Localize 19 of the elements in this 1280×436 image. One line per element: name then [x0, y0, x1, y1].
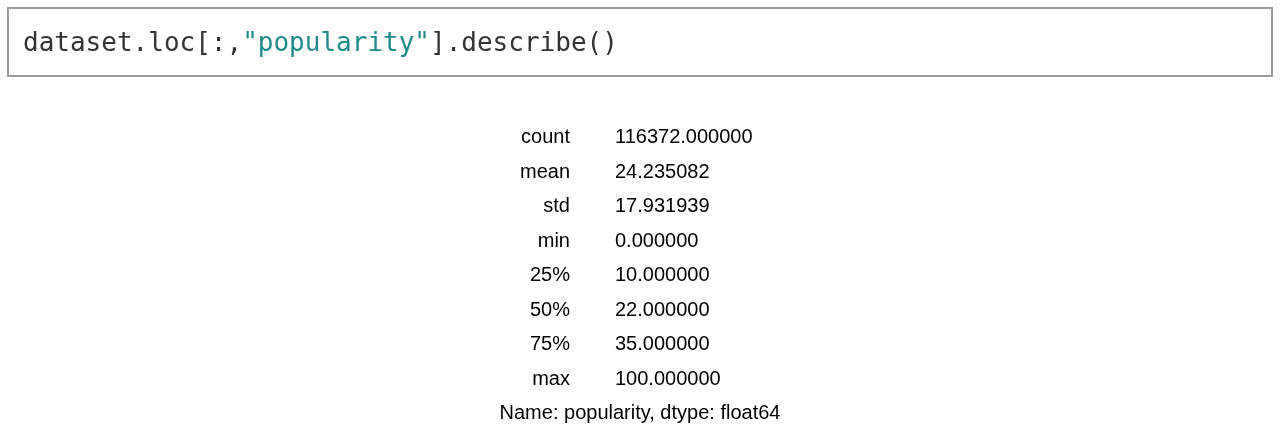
code-cell[interactable]: dataset.loc[:,"popularity"].describe() — [7, 7, 1273, 77]
stat-value: 24.235082 — [615, 158, 711, 184]
stat-value: 100.000000 — [615, 365, 722, 391]
stat-label: 25% — [528, 262, 570, 287]
stat-value: 116372.000000 — [615, 124, 754, 149]
stat-label: 50% — [528, 296, 570, 322]
stat-label: max — [531, 365, 570, 391]
stat-label: std — [542, 193, 570, 218]
stat-value: 0.000000 — [615, 227, 700, 253]
stat-label: min — [536, 227, 570, 253]
series-info: Name: popularity, dtype: float64 — [499, 400, 781, 425]
stat-value: 22.000000 — [615, 296, 711, 322]
stat-label: mean — [518, 158, 570, 184]
stat-label: 75% — [528, 331, 570, 356]
code-line: dataset.loc[:,"popularity"].describe() — [23, 29, 618, 55]
stat-value: 35.000000 — [615, 331, 711, 356]
stat-label: count — [520, 124, 570, 149]
stat-value: 10.000000 — [615, 262, 711, 287]
stat-value: 17.931939 — [615, 193, 711, 218]
